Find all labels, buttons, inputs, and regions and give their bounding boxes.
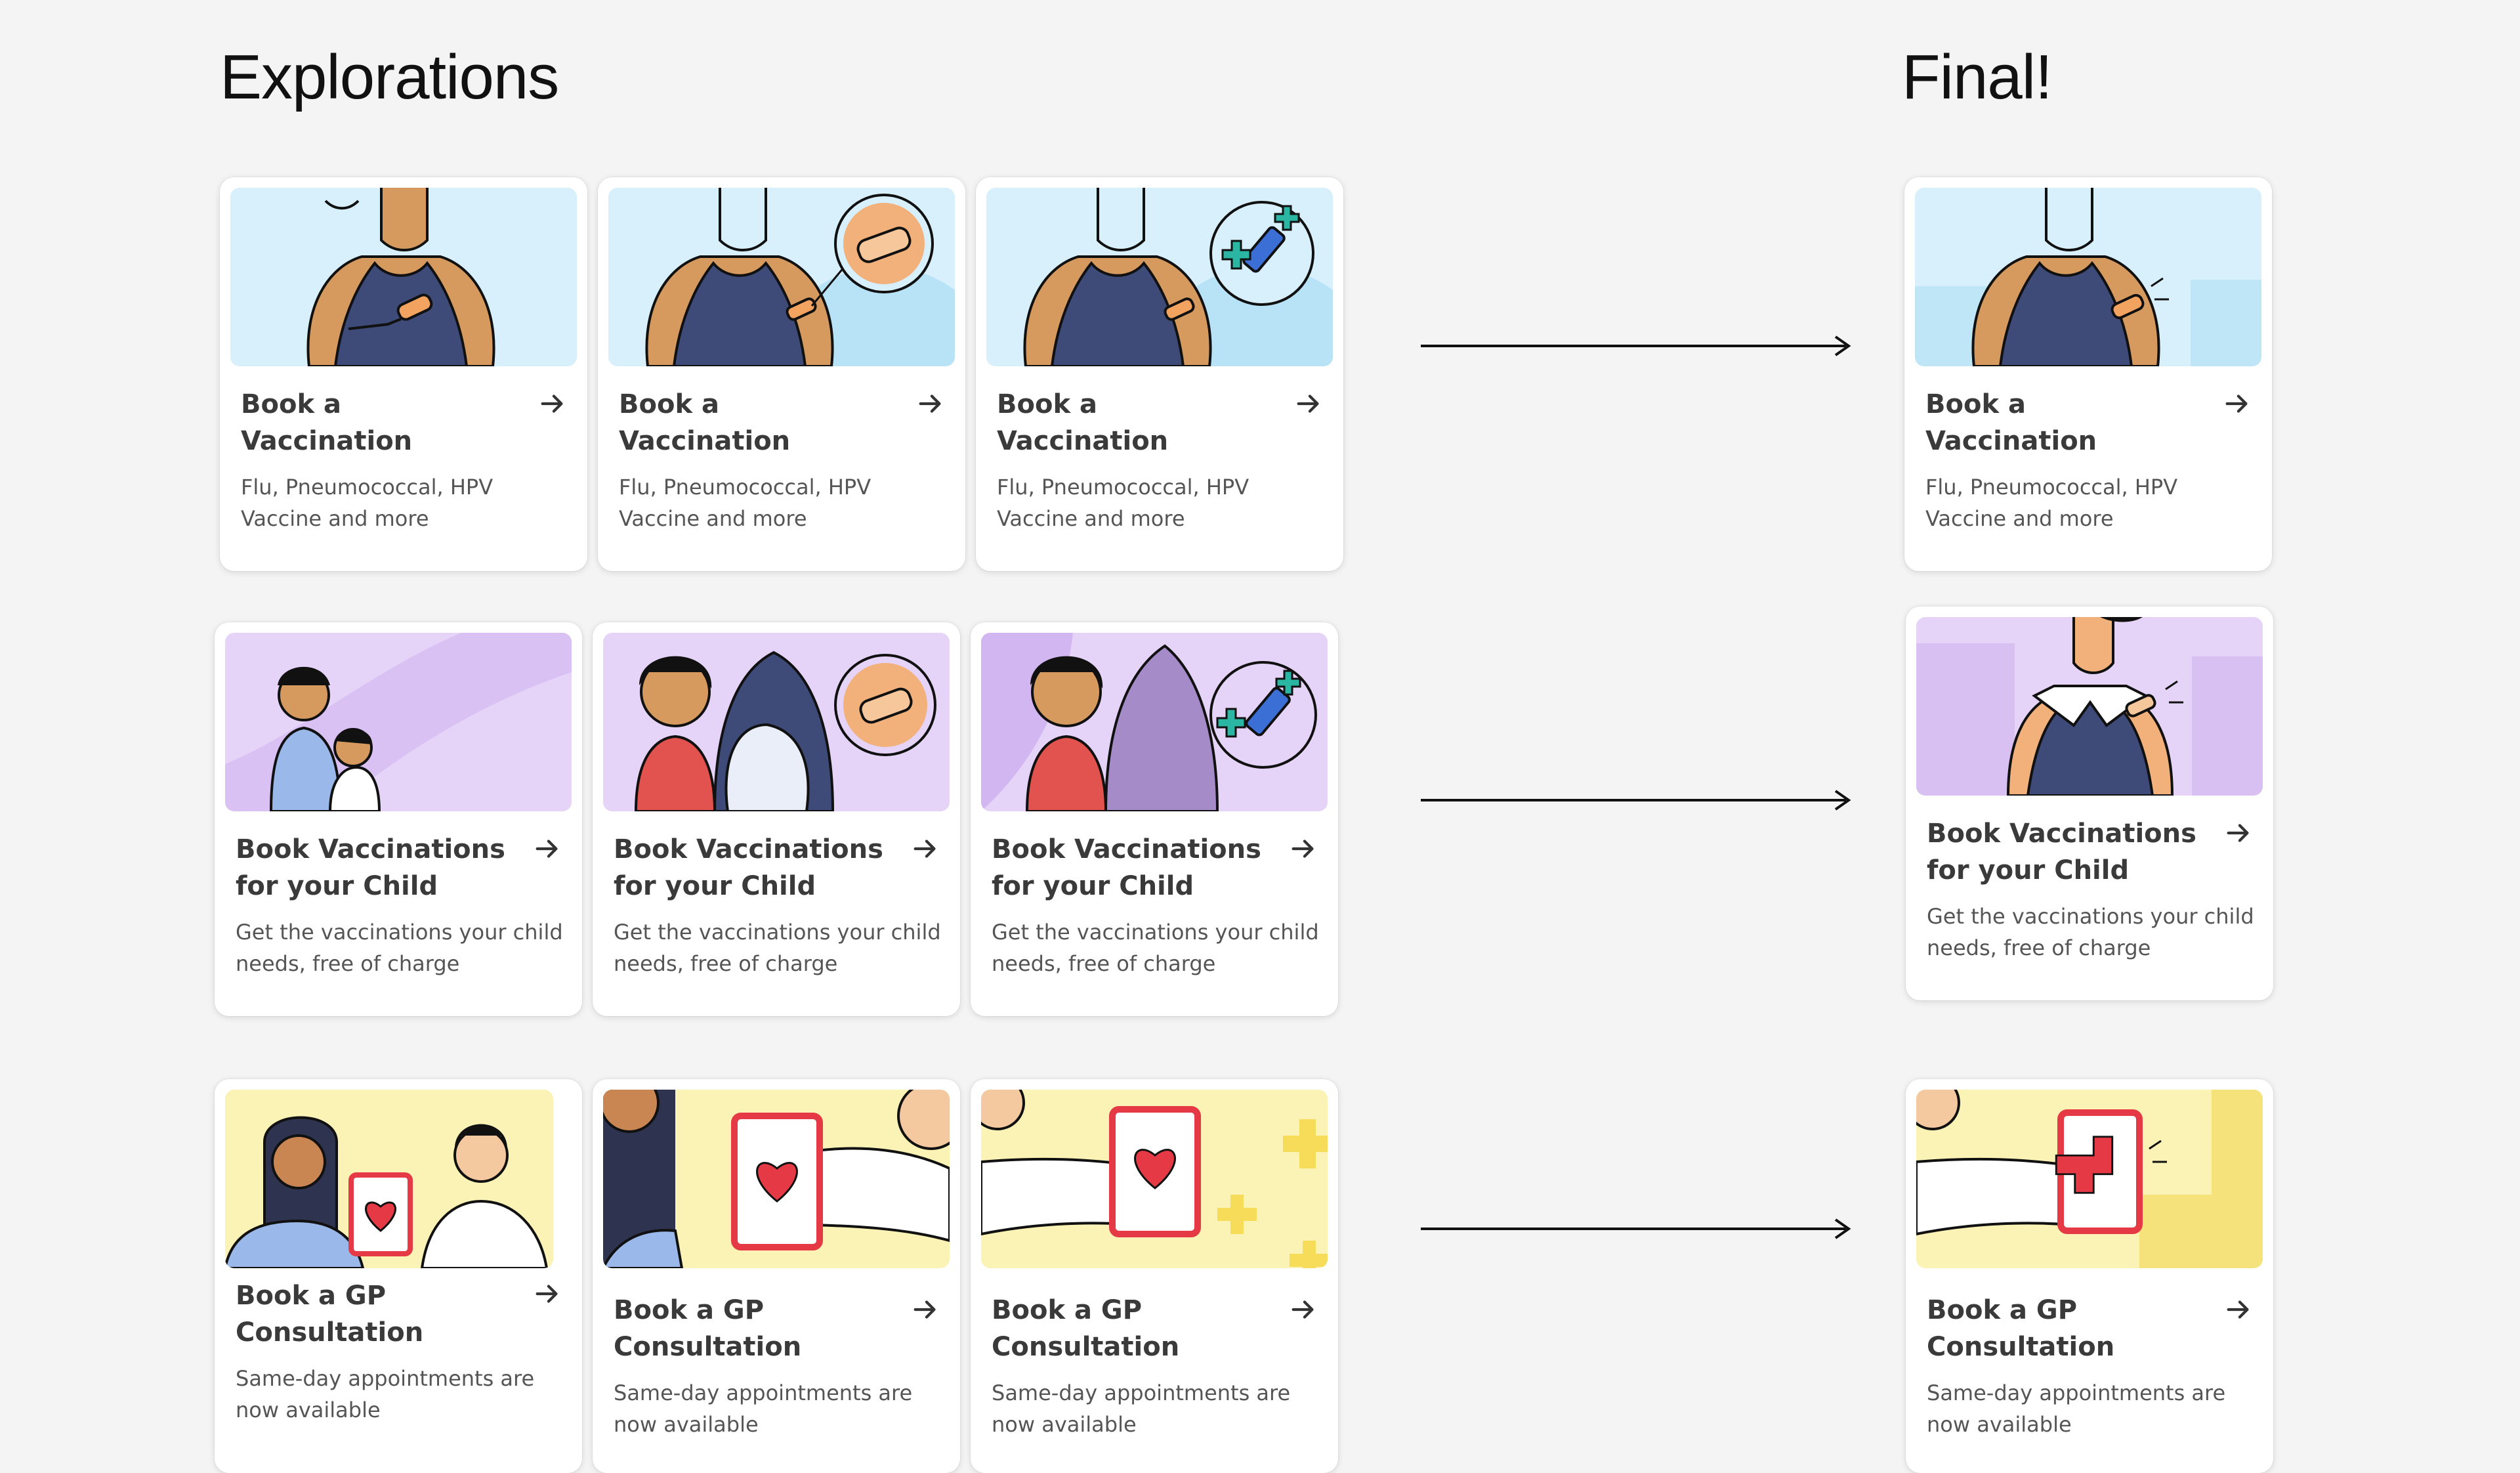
- child-card-exploration-2[interactable]: Book Vaccinations for your Child Get the…: [593, 622, 960, 1016]
- card-description: Same-day appointments are now available: [1927, 1380, 2226, 1437]
- card-description: Flu, Pneumococcal, HPV Vaccine and more: [241, 475, 494, 531]
- card-title: Book a GP Consultation: [614, 1295, 802, 1362]
- vaccination-illustration: [230, 188, 577, 366]
- card-title: Book a GP Consultation: [1927, 1295, 2115, 1362]
- card-title: Book Vaccinations for your Child: [236, 834, 505, 901]
- child-card-final[interactable]: Book Vaccinations for your Child Get the…: [1906, 607, 2273, 1000]
- child-vaccination-illustration: [1916, 617, 2263, 796]
- gp-card-final[interactable]: Book a GP Consultation Same-day appointm…: [1906, 1079, 2273, 1473]
- card-title: Book a Vaccination: [1925, 389, 2097, 456]
- final-heading: Final!: [1902, 42, 2053, 112]
- card-description: Get the vaccinations your child needs, f…: [614, 920, 941, 976]
- child-vaccination-illustration: [225, 633, 572, 811]
- card-description: Get the vaccinations your child needs, f…: [1927, 904, 2254, 960]
- gp-consultation-illustration: [981, 1090, 1328, 1268]
- arrow-right-icon[interactable]: [2222, 389, 2252, 419]
- long-arrow-icon: [1421, 1218, 1851, 1239]
- gp-card-exploration-3[interactable]: Book a GP Consultation Same-day appointm…: [971, 1079, 1338, 1473]
- card-description: Get the vaccinations your child needs, f…: [236, 920, 563, 976]
- arrow-right-icon[interactable]: [910, 834, 940, 864]
- card-description: Same-day appointments are now available: [992, 1380, 1291, 1437]
- arrow-right-icon[interactable]: [1288, 834, 1318, 864]
- card-description: Same-day appointments are now available: [236, 1366, 535, 1422]
- vaccination-card-exploration-3[interactable]: Book a Vaccination Flu, Pneumococcal, HP…: [976, 177, 1343, 571]
- card-title: Book a Vaccination: [997, 389, 1169, 456]
- card-description: Flu, Pneumococcal, HPV Vaccine and more: [1925, 475, 2178, 531]
- card-description: Same-day appointments are now available: [614, 1380, 913, 1437]
- card-description: Get the vaccinations your child needs, f…: [992, 920, 1319, 976]
- child-card-exploration-1[interactable]: Book Vaccinations for your Child Get the…: [215, 622, 582, 1016]
- arrow-right-icon[interactable]: [532, 1279, 562, 1309]
- arrow-right-icon[interactable]: [2223, 818, 2254, 848]
- gp-card-exploration-1[interactable]: Book a GP Consultation Same-day appointm…: [215, 1079, 582, 1473]
- vaccination-card-exploration-2[interactable]: Book a Vaccination Flu, Pneumococcal, HP…: [598, 177, 965, 571]
- long-arrow-icon: [1421, 335, 1851, 356]
- arrow-right-icon[interactable]: [532, 834, 562, 864]
- card-title: Book Vaccinations for your Child: [1927, 819, 2196, 886]
- gp-consultation-illustration: [225, 1090, 553, 1268]
- card-title: Book Vaccinations for your Child: [992, 834, 1261, 901]
- child-card-exploration-3[interactable]: Book Vaccinations for your Child Get the…: [971, 622, 1338, 1016]
- gp-card-exploration-2[interactable]: Book a GP Consultation Same-day appointm…: [593, 1079, 960, 1473]
- long-arrow-icon: [1421, 790, 1851, 811]
- card-description: Flu, Pneumococcal, HPV Vaccine and more: [619, 475, 872, 531]
- gp-consultation-illustration: [1916, 1090, 2263, 1268]
- card-title: Book a GP Consultation: [236, 1281, 424, 1348]
- child-vaccination-illustration: [603, 633, 950, 811]
- card-title: Book a Vaccination: [241, 389, 413, 456]
- arrow-right-icon[interactable]: [1288, 1294, 1318, 1325]
- vaccination-illustration: [1915, 188, 2261, 366]
- vaccination-illustration: [986, 188, 1333, 366]
- card-title: Book a GP Consultation: [992, 1295, 1180, 1362]
- child-vaccination-illustration: [981, 633, 1328, 811]
- arrow-right-icon[interactable]: [915, 389, 946, 419]
- vaccination-card-final[interactable]: Book a Vaccination Flu, Pneumococcal, HP…: [1904, 177, 2272, 571]
- arrow-right-icon[interactable]: [910, 1294, 940, 1325]
- vaccination-card-exploration-1[interactable]: Book a Vaccination Flu, Pneumococcal, HP…: [220, 177, 587, 571]
- arrow-right-icon[interactable]: [1293, 389, 1324, 419]
- arrow-right-icon[interactable]: [537, 389, 568, 419]
- explorations-heading: Explorations: [220, 42, 559, 112]
- vaccination-illustration: [608, 188, 955, 366]
- card-description: Flu, Pneumococcal, HPV Vaccine and more: [997, 475, 1250, 531]
- card-title: Book a Vaccination: [619, 389, 791, 456]
- gp-consultation-illustration: [603, 1090, 950, 1268]
- arrow-right-icon[interactable]: [2223, 1294, 2254, 1325]
- card-title: Book Vaccinations for your Child: [614, 834, 883, 901]
